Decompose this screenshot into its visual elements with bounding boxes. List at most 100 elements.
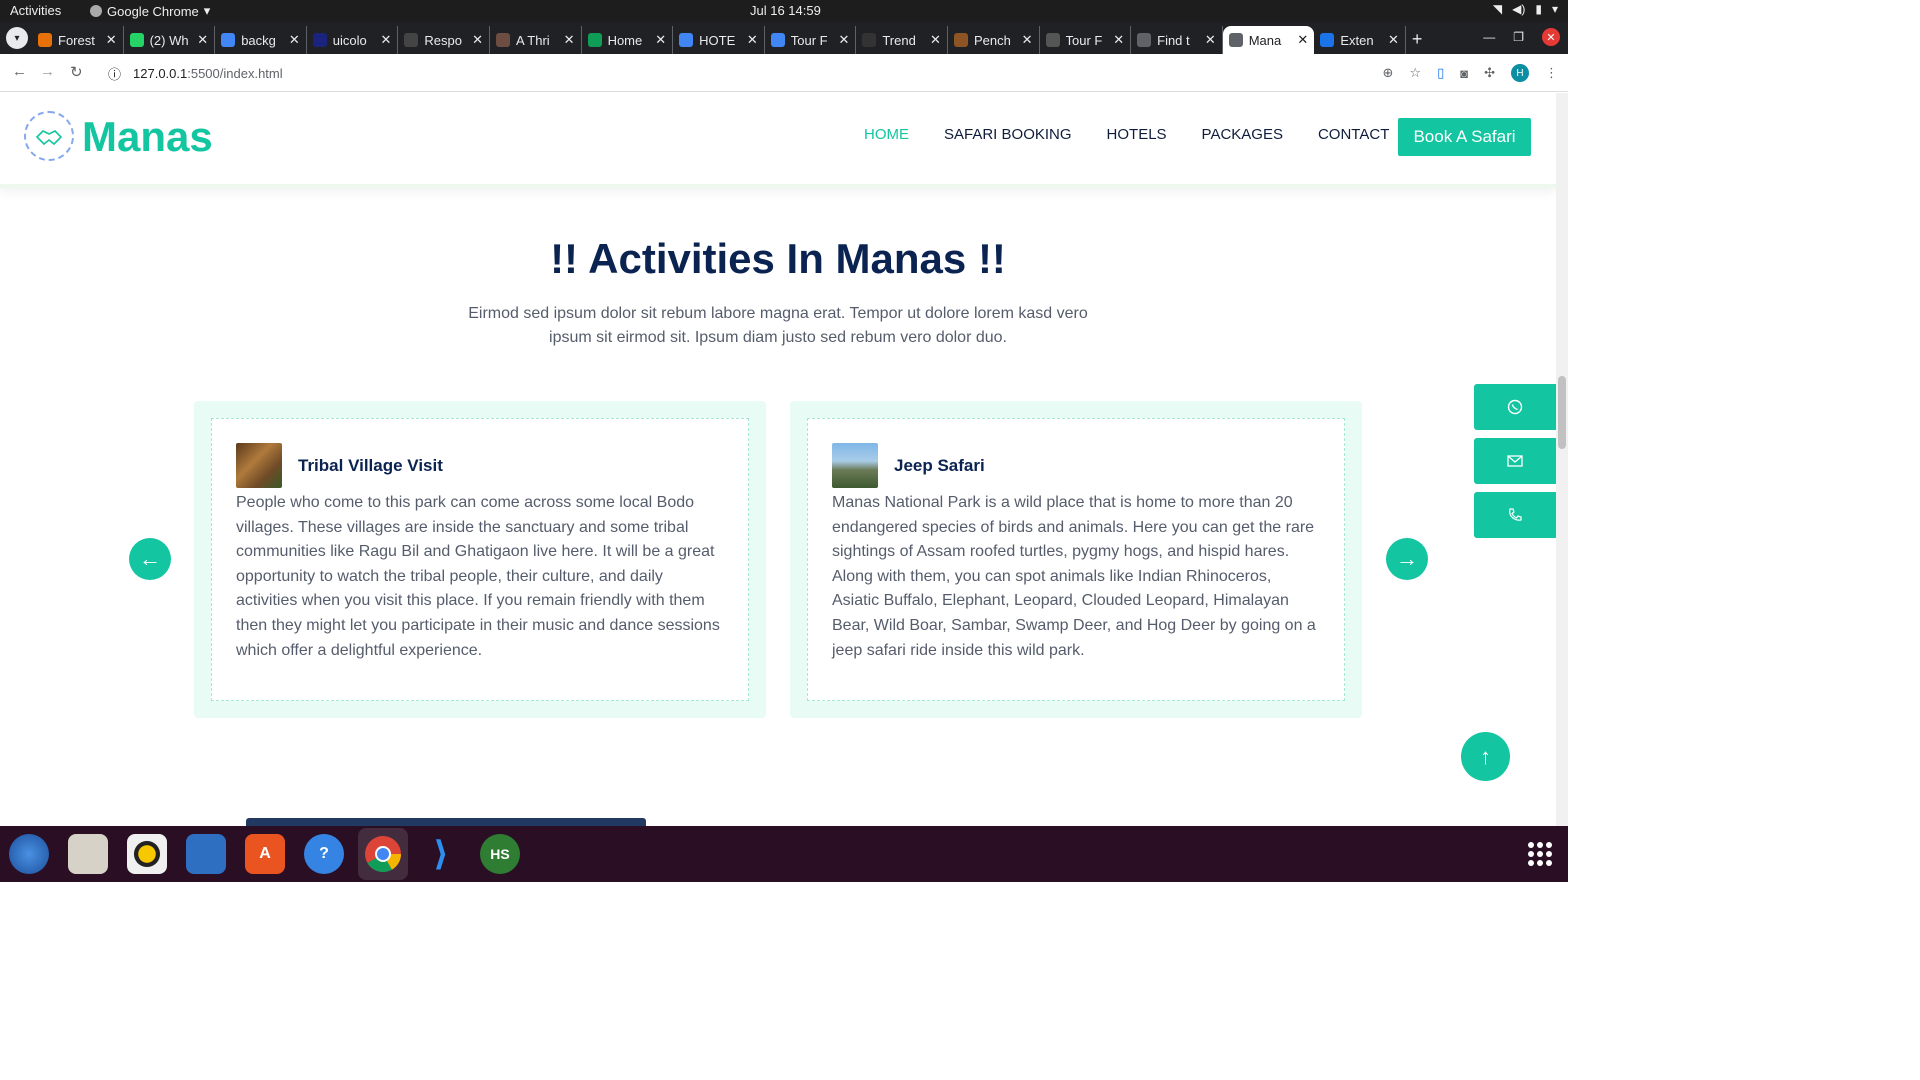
volume-icon: ◀) xyxy=(1512,2,1526,16)
app-menu[interactable]: Google Chrome ▾ xyxy=(90,3,210,19)
main-menu: HOME SAFARI BOOKING HOTELS PACKAGES CONTACT xyxy=(864,126,1389,143)
tab-close-icon[interactable]: ✕ xyxy=(197,32,208,48)
tab-close-icon[interactable]: ✕ xyxy=(1297,32,1308,48)
activity-description: People who come to this park can come ac… xyxy=(236,494,720,659)
address-bar[interactable]: ⓘ 127.0.0.1:5500/index.html xyxy=(100,59,1395,87)
tab-favicon-icon xyxy=(862,33,877,47)
url-path: :5500/index.html xyxy=(187,65,283,81)
tab-favicon-icon xyxy=(495,33,510,47)
browser-tab[interactable]: Pench ✕ xyxy=(948,26,1040,54)
nav-link-safari-booking[interactable]: SAFARI BOOKING xyxy=(944,126,1072,143)
tab-close-icon[interactable]: ✕ xyxy=(838,32,849,48)
browser-tab[interactable]: Tour F ✕ xyxy=(1040,26,1132,54)
tab-close-icon[interactable]: ✕ xyxy=(380,32,391,48)
clock[interactable]: Jul 16 14:59 xyxy=(750,3,821,18)
logo-handshake-icon[interactable] xyxy=(24,111,74,161)
browser-tab[interactable]: backg ✕ xyxy=(215,26,307,54)
carousel-next-button[interactable]: → xyxy=(1386,538,1428,580)
profile-avatar[interactable]: H xyxy=(1511,64,1529,82)
zoom-icon[interactable]: ⊕ xyxy=(1383,65,1394,81)
tab-close-icon[interactable]: ✕ xyxy=(930,32,941,48)
envelope-icon xyxy=(1507,455,1523,467)
browser-tab[interactable]: A Thri ✕ xyxy=(490,26,582,54)
browser-tab[interactable]: Find t ✕ xyxy=(1131,26,1223,54)
tab-favicon-icon xyxy=(129,33,144,47)
tab-search-button[interactable]: ▾ xyxy=(6,27,28,49)
window-controls: — ❐ ✕ xyxy=(1483,28,1560,46)
screenshot-icon[interactable]: ◙ xyxy=(1460,66,1468,81)
browser-tab[interactable]: HOTE ✕ xyxy=(673,26,765,54)
tab-close-icon[interactable]: ✕ xyxy=(747,32,758,48)
new-tab-icon[interactable]: + xyxy=(1406,26,1429,54)
page-scrollbar[interactable] xyxy=(1556,93,1568,826)
kebab-menu-icon[interactable]: ⋮ xyxy=(1545,65,1558,81)
thunderbird-icon[interactable] xyxy=(9,834,49,874)
tab-favicon-icon xyxy=(953,33,968,47)
tab-favicon-icon xyxy=(1320,33,1335,47)
site-info-icon[interactable]: ⓘ xyxy=(108,64,121,83)
tab-favicon-icon xyxy=(38,33,52,47)
tab-close-icon[interactable]: ✕ xyxy=(472,32,483,48)
tab-close-icon[interactable]: ✕ xyxy=(289,32,300,48)
vscode-icon[interactable]: ⟩ xyxy=(421,834,461,874)
nav-link-home[interactable]: HOME xyxy=(864,126,909,143)
browser-tab[interactable]: Exten ✕ xyxy=(1314,26,1406,54)
tab-favicon-icon xyxy=(587,33,602,47)
minimize-icon[interactable]: — xyxy=(1483,30,1495,44)
carousel-prev-button[interactable]: ← xyxy=(129,538,171,580)
scrollbar-thumb[interactable] xyxy=(1558,376,1566,449)
activity-title: Jeep Safari xyxy=(894,455,985,475)
browser-tab[interactable]: uicolo ✕ xyxy=(307,26,399,54)
files-icon[interactable] xyxy=(68,834,108,874)
phone-button[interactable] xyxy=(1474,492,1556,538)
tab-favicon-icon xyxy=(770,33,785,47)
show-apps-icon[interactable] xyxy=(1528,842,1552,866)
rhythmbox-icon[interactable] xyxy=(127,834,167,874)
browser-tab[interactable]: Trend ✕ xyxy=(856,26,948,54)
tab-favicon-icon xyxy=(1137,33,1152,47)
tab-close-icon[interactable]: ✕ xyxy=(564,32,575,48)
extension-icon[interactable]: ▯ xyxy=(1437,65,1444,81)
browser-tab[interactable]: Respo ✕ xyxy=(398,26,490,54)
browser-tab[interactable]: Forest ✕ xyxy=(32,26,124,54)
tab-close-icon[interactable]: ✕ xyxy=(106,32,117,48)
browser-tab[interactable]: Home ✕ xyxy=(582,26,674,54)
handshake-icon xyxy=(35,130,63,146)
browser-tab[interactable]: Mana ✕ xyxy=(1222,26,1315,54)
chrome-dock-icon[interactable] xyxy=(358,828,408,880)
book-a-safari-button[interactable]: Book A Safari xyxy=(1398,118,1531,156)
software-center-icon[interactable]: A xyxy=(245,834,285,874)
reload-icon[interactable]: ↻ xyxy=(70,63,83,81)
maximize-icon[interactable]: ❐ xyxy=(1513,30,1524,44)
activities-button[interactable]: Activities xyxy=(10,3,61,18)
tab-favicon-icon xyxy=(1045,33,1060,47)
bookmark-star-icon[interactable]: ☆ xyxy=(1409,65,1421,81)
arrow-up-icon: ↑ xyxy=(1480,743,1491,769)
hs-app-icon[interactable]: HS xyxy=(480,834,520,874)
tab-close-icon[interactable]: ✕ xyxy=(1113,32,1124,48)
nav-link-packages[interactable]: PACKAGES xyxy=(1202,126,1283,143)
whatsapp-button[interactable] xyxy=(1474,384,1556,430)
forward-icon[interactable]: → xyxy=(40,63,55,80)
nav-link-contact[interactable]: CONTACT xyxy=(1318,126,1389,143)
help-icon[interactable]: ? xyxy=(304,834,344,874)
nav-link-hotels[interactable]: HOTELS xyxy=(1107,126,1167,143)
tab-close-icon[interactable]: ✕ xyxy=(1388,32,1399,48)
email-button[interactable] xyxy=(1474,438,1556,484)
back-icon[interactable]: ← xyxy=(12,63,27,80)
next-section-heading-partial xyxy=(246,818,646,826)
dock: A ? ⟩ HS xyxy=(0,826,1568,882)
tab-close-icon[interactable]: ✕ xyxy=(655,32,666,48)
puzzle-icon[interactable]: ✣ xyxy=(1484,65,1495,81)
tab-strip: ▾ Forest ✕ (2) Wh ✕ backg ✕ uicolo ✕ Respo ✕ A Thr… xyxy=(0,22,1568,54)
tab-close-icon[interactable]: ✕ xyxy=(1205,32,1216,48)
system-tray[interactable]: ◥ ◀) ▮ ▾ xyxy=(1493,2,1558,16)
close-window-icon[interactable]: ✕ xyxy=(1542,28,1560,46)
browser-tab[interactable]: (2) Wh ✕ xyxy=(124,26,216,54)
browser-tab[interactable]: Tour F ✕ xyxy=(765,26,857,54)
url-host: 127.0.0.1 xyxy=(133,65,188,81)
writer-icon[interactable] xyxy=(186,834,226,874)
tab-close-icon[interactable]: ✕ xyxy=(1022,32,1033,48)
brand-name[interactable]: Manas xyxy=(82,113,213,161)
back-to-top-button[interactable]: ↑ xyxy=(1461,732,1510,781)
